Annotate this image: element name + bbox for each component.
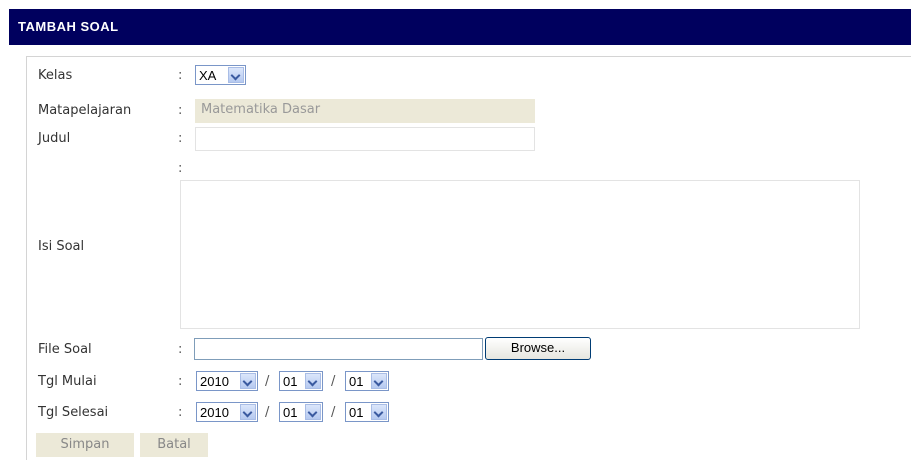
- chevron-down-icon[interactable]: [305, 404, 321, 420]
- matapelajaran-value: Matematika Dasar: [201, 102, 321, 117]
- tgl-mulai-year-select[interactable]: 2010: [196, 371, 258, 391]
- tgl-selesai-month-select[interactable]: 01: [279, 402, 323, 422]
- chevron-down-icon[interactable]: [305, 373, 321, 389]
- tgl-selesai-year-select[interactable]: 2010: [196, 402, 258, 422]
- judul-colon: :: [178, 131, 183, 146]
- file-soal-colon: :: [178, 342, 183, 357]
- tgl-mulai-month-value: 01: [283, 374, 298, 389]
- matapelajaran-field: Matematika Dasar: [195, 99, 535, 123]
- chevron-down-icon[interactable]: [240, 373, 256, 389]
- kelas-value: XA: [199, 68, 217, 83]
- date-separator: /: [331, 405, 336, 420]
- date-separator: /: [265, 374, 270, 389]
- tgl-mulai-label: Tgl Mulai: [38, 374, 97, 389]
- chevron-down-icon[interactable]: [228, 67, 244, 83]
- chevron-down-icon[interactable]: [371, 404, 387, 420]
- tgl-mulai-colon: :: [178, 374, 183, 389]
- kelas-colon: :: [178, 68, 183, 83]
- tgl-mulai-day-value: 01: [349, 374, 364, 389]
- chevron-down-icon[interactable]: [371, 373, 387, 389]
- date-separator: /: [265, 405, 270, 420]
- matapelajaran-label: Matapelajaran: [38, 103, 132, 118]
- file-soal-label: File Soal: [38, 342, 92, 357]
- tgl-mulai-month-select[interactable]: 01: [279, 371, 323, 391]
- matapelajaran-colon: :: [178, 103, 183, 118]
- tgl-selesai-colon: :: [178, 405, 183, 420]
- file-soal-input[interactable]: [194, 338, 483, 360]
- browse-button[interactable]: Browse...: [485, 337, 591, 360]
- tgl-mulai-day-select[interactable]: 01: [345, 371, 389, 391]
- save-button[interactable]: Simpan: [36, 433, 134, 457]
- isi-soal-label: Isi Soal: [38, 239, 85, 254]
- page-title: TAMBAH SOAL: [18, 19, 119, 34]
- judul-label: Judul: [38, 131, 71, 146]
- tgl-selesai-day-select[interactable]: 01: [345, 402, 389, 422]
- cancel-button[interactable]: Batal: [140, 433, 208, 457]
- tgl-selesai-day-value: 01: [349, 405, 364, 420]
- tgl-selesai-year-value: 2010: [200, 405, 229, 420]
- tgl-selesai-label: Tgl Selesai: [38, 405, 109, 420]
- date-separator: /: [331, 374, 336, 389]
- judul-input[interactable]: [195, 127, 535, 151]
- form-header: TAMBAH SOAL: [9, 9, 911, 45]
- kelas-label: Kelas: [38, 68, 73, 83]
- chevron-down-icon[interactable]: [240, 404, 256, 420]
- isi-soal-textarea[interactable]: [180, 180, 860, 329]
- tgl-mulai-year-value: 2010: [200, 374, 229, 389]
- isi-soal-colon: :: [178, 161, 183, 176]
- tgl-selesai-month-value: 01: [283, 405, 298, 420]
- kelas-select[interactable]: XA: [195, 65, 246, 85]
